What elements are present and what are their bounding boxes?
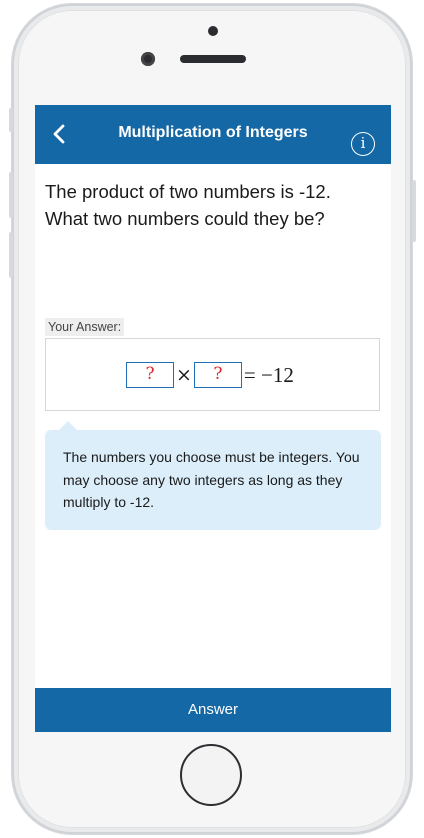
page-title: Multiplication of Integers: [118, 124, 308, 141]
equation-result: = −12: [243, 362, 294, 387]
first-number-input[interactable]: ?: [126, 362, 174, 388]
equation: ? × ? = −12: [126, 361, 294, 389]
volume-up-button: [9, 172, 13, 218]
app-header: Multiplication of Integers i: [35, 105, 391, 164]
times-operator: ×: [176, 364, 192, 386]
second-number-input[interactable]: ?: [193, 362, 242, 388]
hint-text: The numbers you choose must be integers.…: [63, 449, 360, 510]
proximity-sensor: [208, 26, 218, 36]
answer-button[interactable]: Answer: [35, 688, 391, 732]
answer-label: Your Answer:: [45, 318, 125, 336]
earpiece-speaker: [180, 55, 246, 63]
hint-box: The numbers you choose must be integers.…: [45, 421, 381, 530]
question-line-2: What two numbers could they be?: [45, 208, 325, 229]
info-icon[interactable]: i: [351, 132, 375, 156]
volume-down-button: [9, 232, 13, 278]
power-button: [412, 180, 416, 242]
chevron-left-icon[interactable]: [47, 121, 73, 147]
answer-box: ? × ? = −12: [45, 338, 380, 411]
question-text: The product of two numbers is -12. What …: [45, 178, 385, 232]
front-camera: [141, 52, 155, 66]
hint-pointer: [59, 421, 77, 430]
app-screen: Multiplication of Integers i The product…: [35, 105, 391, 732]
mute-switch: [9, 108, 13, 132]
home-button[interactable]: [180, 744, 242, 806]
question-line-1: The product of two numbers is -12.: [45, 181, 331, 202]
